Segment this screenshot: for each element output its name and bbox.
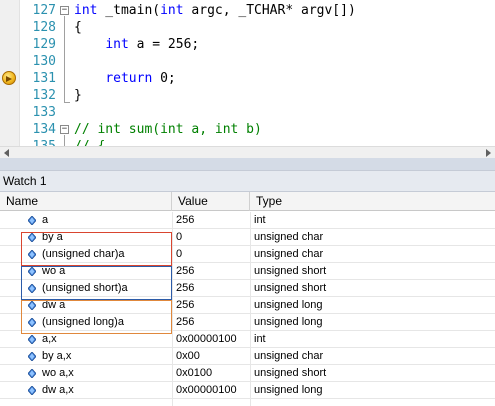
keyword-token: int (160, 3, 184, 18)
line-number: 132 (32, 88, 56, 103)
watch-type: unsigned char (254, 350, 324, 362)
watch-name[interactable]: a (42, 212, 48, 229)
fold-guide (64, 135, 65, 146)
watch-grid-header: Name Value Type (0, 192, 495, 211)
watch-type: unsigned long (254, 299, 323, 311)
code-token: a = 256; (128, 37, 200, 52)
watch-name[interactable]: dw a,x (42, 382, 74, 399)
code-text: // int sum(int a, int b) (74, 121, 262, 138)
code-text: } (74, 87, 82, 104)
watch-value[interactable]: 0x0100 (176, 365, 212, 382)
watch-row[interactable]: by a,x 0x00 unsigned char (0, 348, 495, 365)
code-text: { (74, 19, 82, 36)
watch-value[interactable]: 256 (176, 280, 194, 297)
watch-type: unsigned char (254, 248, 324, 260)
variable-icon (27, 368, 37, 379)
code-token: { (74, 20, 82, 35)
watch-type: unsigned short (254, 282, 327, 294)
fold-guide-end (64, 102, 70, 103)
watch-value[interactable]: 0x00000100 (176, 331, 237, 348)
column-header-value[interactable]: Value (172, 192, 250, 211)
comment-token: // { (74, 139, 105, 146)
code-token: _tmain( (97, 3, 161, 18)
watch-type: unsigned long (254, 316, 323, 328)
code-text: int _tmain(int argc, _TCHAR* argv[]) (74, 2, 356, 19)
line-number: 131 (32, 71, 56, 86)
variable-icon (27, 351, 37, 362)
highlight-box-blue (21, 266, 172, 300)
code-token: } (74, 88, 82, 103)
keyword-token: return (105, 71, 153, 86)
scroll-left-icon[interactable] (4, 149, 9, 157)
line-number: 133 (32, 105, 56, 120)
code-text: return 0; (74, 70, 176, 87)
collapse-icon[interactable]: − (60, 6, 69, 15)
comment-token: // int sum(int a, int b) (74, 122, 262, 137)
highlight-box-red (21, 232, 172, 266)
watch-row[interactable]: a 256 int (0, 212, 495, 229)
variable-icon (27, 334, 37, 345)
watch-row[interactable]: dw a,x 0x00000100 unsigned long (0, 382, 495, 399)
panel-splitter[interactable] (0, 158, 495, 170)
watch-value[interactable]: 0 (176, 246, 182, 263)
code-token: 0; (152, 71, 176, 86)
keyword-token: int (74, 3, 98, 18)
editor-horizontal-scrollbar[interactable] (0, 146, 495, 158)
watch-value[interactable]: 256 (176, 314, 194, 331)
collapse-icon[interactable]: − (60, 125, 69, 134)
code-text: int a = 256; (74, 36, 199, 53)
watch-value[interactable]: 0x00000100 (176, 382, 237, 399)
line-number: 134 (32, 122, 56, 137)
line-number: 135 (22, 138, 56, 146)
line-number: 129 (32, 37, 56, 52)
watch-value[interactable]: 256 (176, 212, 194, 229)
column-header-name[interactable]: Name (0, 192, 172, 211)
variable-icon (27, 215, 37, 226)
code-editor[interactable]: 127 int _tmain(int argc, _TCHAR* argv[]) 1… (0, 0, 495, 146)
watch-type: unsigned long (254, 384, 323, 396)
watch-type: int (254, 333, 266, 345)
watch-name[interactable]: wo a,x (42, 365, 74, 382)
watch-name[interactable]: by a,x (42, 348, 71, 365)
line-number: 127 (32, 3, 56, 18)
current-statement-arrow-icon (2, 71, 16, 85)
watch-type: int (254, 214, 266, 226)
line-number: 130 (32, 54, 56, 69)
watch-value[interactable]: 0x00 (176, 348, 200, 365)
watch-type: unsigned short (254, 367, 327, 379)
watch-value[interactable]: 256 (176, 297, 194, 314)
fold-guide (64, 16, 65, 102)
watch-value[interactable]: 256 (176, 263, 194, 280)
scroll-right-icon[interactable] (486, 149, 491, 157)
column-header-type[interactable]: Type (250, 192, 495, 211)
watch-type: unsigned short (254, 265, 327, 277)
highlight-box-orange (21, 300, 172, 334)
watch-window-title: Watch 1 (0, 170, 495, 192)
watch-value[interactable]: 0 (176, 229, 182, 246)
watch-type: unsigned char (254, 231, 324, 243)
line-number: 128 (32, 20, 56, 35)
watch-row[interactable]: wo a,x 0x0100 unsigned short (0, 365, 495, 382)
code-text: // { (74, 138, 105, 146)
keyword-token: int (105, 37, 129, 52)
variable-icon (27, 385, 37, 396)
code-token: argc, _TCHAR* argv[]) (183, 3, 356, 18)
